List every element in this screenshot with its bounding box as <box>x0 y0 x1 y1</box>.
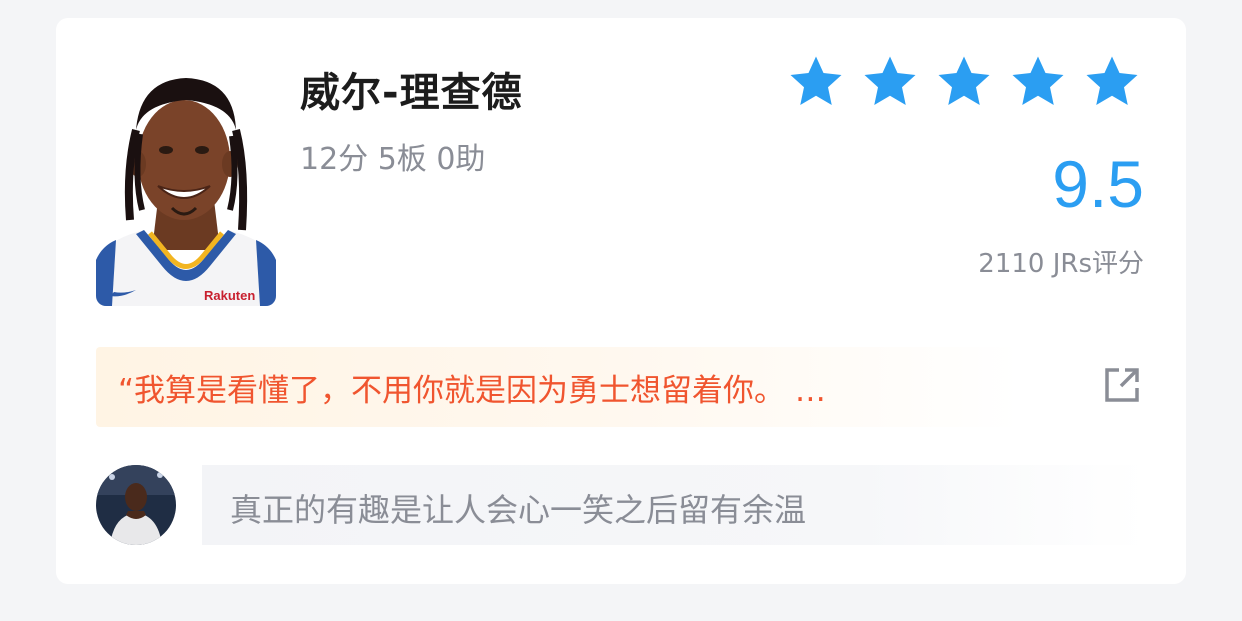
rater-count: 2110 JRs评分 <box>978 249 1144 279</box>
rating-score: 9.5 <box>1052 147 1144 221</box>
star-icon <box>864 56 916 105</box>
star-icon <box>1086 56 1138 105</box>
share-external-icon[interactable] <box>1102 365 1142 405</box>
comment-input[interactable]: 真正的有趣是让人会心一笑之后留有余温 <box>202 465 1146 545</box>
hot-quote-text[interactable]: “我算是看懂了，不用你就是因为勇士想留着你。 … <box>118 365 826 410</box>
jersey-brand-text: Rakuten <box>204 288 255 303</box>
player-rating-card[interactable]: Rakuten 威尔-理查德 12分 5板 0助 9.5 2110 JRs评分 … <box>56 18 1186 584</box>
player-stats: 12分 5板 0助 <box>300 142 486 177</box>
user-avatar[interactable] <box>96 465 176 545</box>
star-icon <box>790 56 842 105</box>
star-icon <box>938 56 990 105</box>
hot-quote-bar[interactable]: “我算是看懂了，不用你就是因为勇士想留着你。 … <box>96 347 1146 427</box>
player-avatar: Rakuten <box>96 60 276 306</box>
star-icon <box>1012 56 1064 105</box>
comment-placeholder: 真正的有趣是让人会心一笑之后留有余温 <box>230 491 807 529</box>
star-rating <box>786 52 1142 112</box>
player-name: 威尔-理查德 <box>300 70 523 116</box>
